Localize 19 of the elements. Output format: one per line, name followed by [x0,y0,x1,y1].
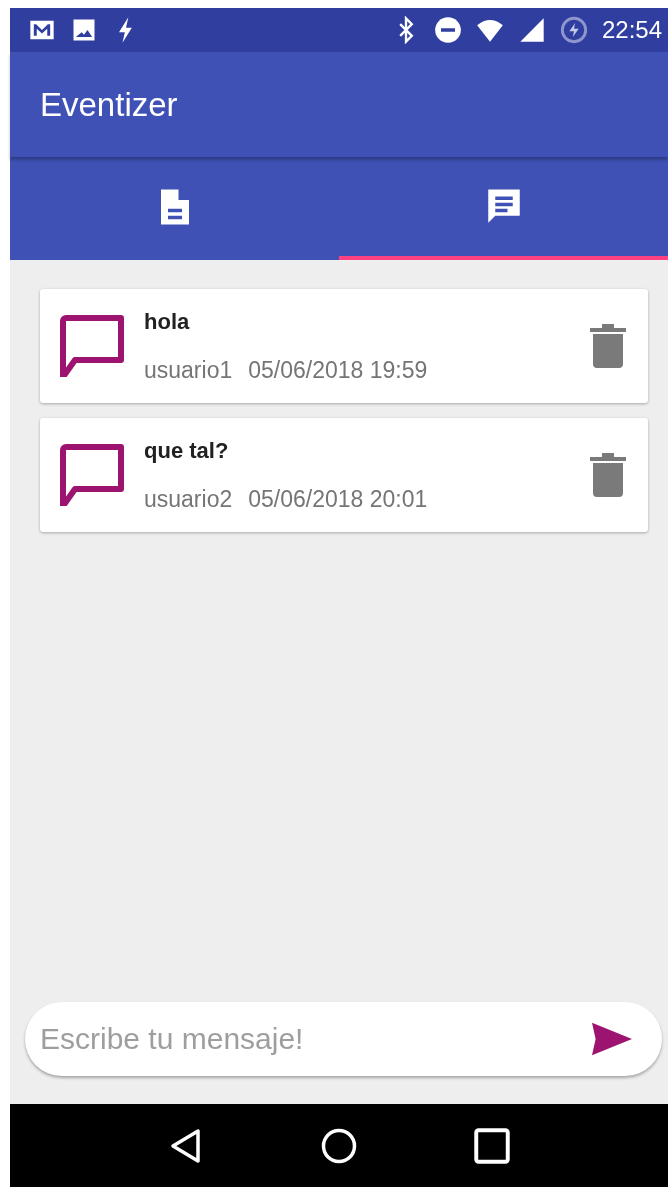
speech-bubble-icon [60,315,124,377]
battery-charging-icon [559,16,588,44]
delete-button[interactable] [590,453,626,497]
message-text: hola [144,309,191,335]
message-input-field[interactable]: Escribe tu mensaje! [25,1002,662,1076]
message-user: usuario2 [144,486,233,513]
home-icon[interactable] [321,1127,357,1164]
clock-time: 22:54 [601,16,662,44]
do-not-disturb-icon [433,16,462,44]
recents-icon[interactable] [473,1127,510,1164]
signal-icon [517,16,546,44]
message-date: 05/06/2018 19:59 [248,357,428,384]
delete-button[interactable] [590,324,626,368]
message-user: usuario1 [144,357,233,384]
message-text: que tal? [144,438,230,464]
app-title: Eventizer [40,85,178,124]
speech-bubble-icon [60,444,124,506]
message-date: 05/06/2018 20:01 [248,486,428,513]
send-icon[interactable] [592,1022,632,1056]
